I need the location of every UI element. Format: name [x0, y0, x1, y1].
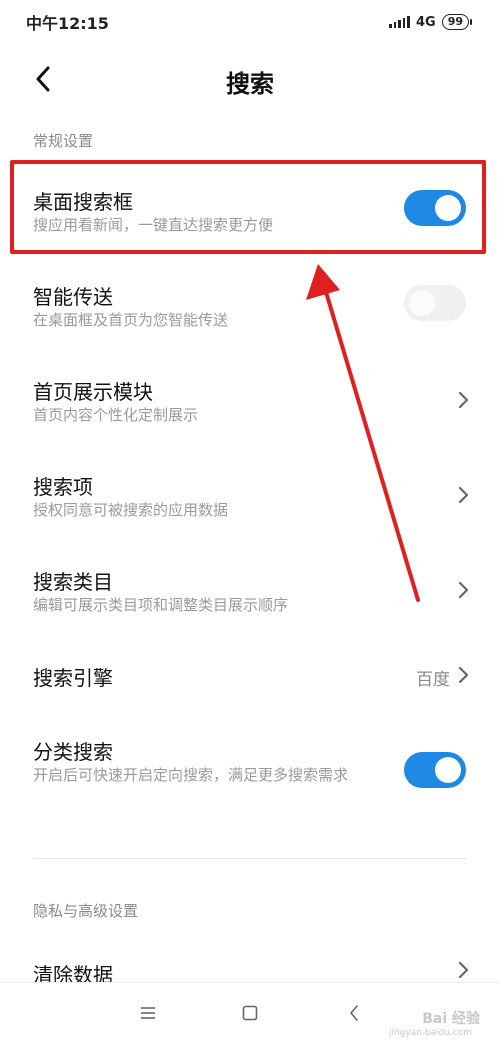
signal-icon	[389, 16, 410, 28]
category-search-toggle[interactable]	[404, 752, 466, 788]
setting-title: 智能传送	[33, 285, 113, 309]
setting-title: 搜索类目	[33, 570, 113, 594]
chevron-right-icon	[458, 666, 469, 684]
section-title-general: 常规设置	[33, 132, 94, 150]
status-bar: 中午12:15 4G 99	[0, 0, 500, 44]
chevron-right-icon	[458, 581, 469, 599]
setting-title: 分类搜索	[33, 740, 113, 764]
setting-subtitle: 首页内容个性化定制展示	[33, 406, 199, 424]
setting-search-categories[interactable]: 搜索类目 编辑可展示类目项和调整类目展示顺序	[0, 550, 500, 630]
battery-level: 99	[441, 14, 469, 30]
menu-icon	[141, 1007, 155, 1019]
setting-title: 首页展示模块	[33, 380, 153, 404]
watermark-url: jingyan.baidu.com	[388, 1028, 472, 1038]
chevron-right-icon	[458, 961, 469, 979]
setting-subtitle: 开启后可快速开启定向搜索，满足更多搜索需求	[33, 766, 349, 784]
setting-subtitle: 编辑可展示类目项和调整类目展示顺序	[33, 596, 289, 614]
back-icon	[350, 1005, 358, 1021]
setting-search-items[interactable]: 搜索项 授权同意可被搜索的应用数据	[0, 455, 500, 535]
highlight-box	[10, 160, 486, 254]
setting-title: 搜索项	[33, 475, 93, 499]
header: 搜索	[0, 52, 500, 106]
setting-homepage-modules[interactable]: 首页展示模块 首页内容个性化定制展示	[0, 360, 500, 440]
home-icon	[242, 1005, 258, 1021]
smart-transfer-toggle[interactable]	[404, 285, 466, 321]
chevron-right-icon	[458, 391, 469, 409]
setting-subtitle: 授权同意可被搜索的应用数据	[33, 501, 229, 519]
setting-title: 搜索引擎	[33, 666, 113, 690]
setting-search-engine[interactable]: 搜索引擎 百度	[0, 645, 500, 705]
chevron-right-icon	[458, 486, 469, 504]
setting-subtitle: 在桌面框及首页为您智能传送	[33, 311, 229, 329]
nav-back-button[interactable]	[340, 999, 368, 1027]
network-type: 4G	[415, 14, 436, 30]
battery-icon: 99	[441, 14, 472, 30]
status-time: 中午12:15	[26, 14, 109, 33]
page-title: 搜索	[226, 70, 274, 98]
section-divider	[33, 858, 467, 859]
setting-smart-transfer[interactable]: 智能传送 在桌面框及首页为您智能传送	[0, 265, 500, 345]
search-engine-value: 百度	[416, 670, 450, 690]
home-button[interactable]	[236, 999, 264, 1027]
menu-button[interactable]	[134, 999, 162, 1027]
setting-category-search[interactable]: 分类搜索 开启后可快速开启定向搜索，满足更多搜索需求	[0, 720, 500, 820]
setting-clear-data[interactable]: 清除数据	[0, 945, 500, 987]
navigation-bar: Bai 经验 jingyan.baidu.com	[0, 982, 500, 1042]
section-title-privacy: 隐私与高级设置	[33, 902, 139, 920]
watermark-logo: Bai 经验	[422, 1011, 480, 1027]
status-icons: 4G 99	[389, 14, 472, 30]
